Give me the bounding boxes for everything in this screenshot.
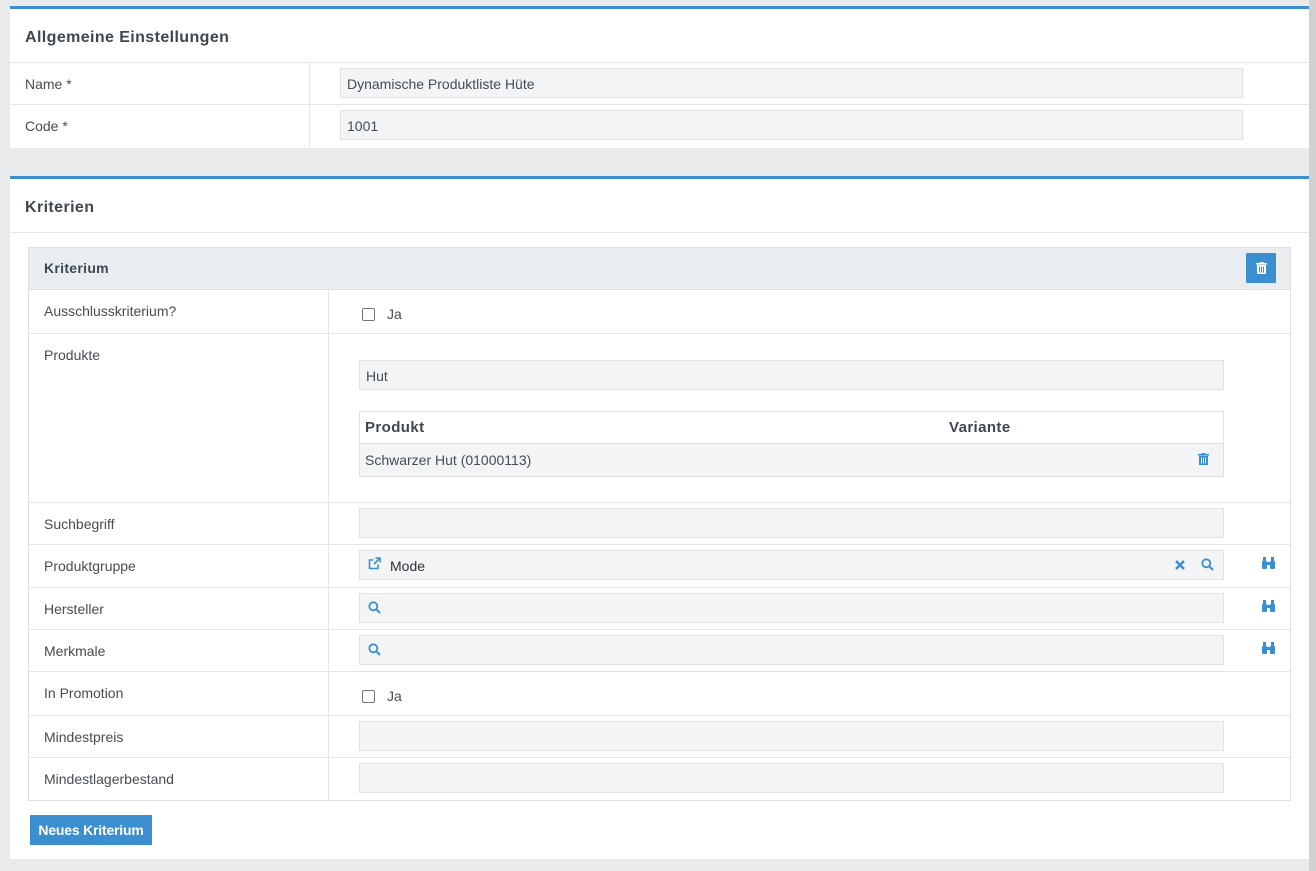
features-row: Merkmale <box>29 630 1290 672</box>
criterion-title: Kriterium <box>44 260 109 276</box>
exclusion-checkbox-label[interactable]: Ja <box>387 306 402 322</box>
promotion-checkbox[interactable] <box>362 689 375 703</box>
manufacturer-row: Hersteller <box>29 588 1290 630</box>
exclusion-row: Ausschlusskriterium? Ja <box>29 290 1290 334</box>
manufacturer-label: Hersteller <box>29 588 329 629</box>
exclusion-checkbox[interactable] <box>362 307 375 321</box>
manufacturer-input[interactable] <box>359 593 1224 623</box>
name-row: Name * Dynamische Produktliste Hüte <box>10 63 1309 105</box>
criteria-panel: Kriterien Kriterium Ausschlusskriterium? <box>10 176 1309 859</box>
min-stock-row: Mindestlagerbestand <box>29 758 1290 800</box>
general-settings-panel: Allgemeine Einstellungen Name * Dynamisc… <box>10 6 1309 148</box>
clear-icon[interactable] <box>1175 560 1185 570</box>
external-link-icon[interactable] <box>368 557 381 570</box>
product-cell: Schwarzer Hut (01000113) <box>365 452 532 468</box>
column-header-variant: Variante <box>949 419 1011 436</box>
products-table-header: Produkt Variante <box>360 412 1223 444</box>
search-term-row: Suchbegriff <box>29 503 1290 545</box>
search-icon[interactable] <box>368 643 381 656</box>
promotion-checkbox-label[interactable]: Ja <box>387 688 402 704</box>
products-row: Produkte Hut Produkt Variante Schwarzer … <box>29 334 1290 503</box>
product-group-value: Mode <box>390 558 426 574</box>
criteria-title: Kriterien <box>10 179 1309 233</box>
code-label: Code * <box>10 105 310 147</box>
min-stock-input[interactable] <box>359 763 1224 793</box>
features-input[interactable] <box>359 635 1224 665</box>
product-group-row: Produktgruppe Mode <box>29 545 1290 588</box>
delete-criterion-button[interactable] <box>1246 253 1276 283</box>
column-header-product: Produkt <box>365 419 425 436</box>
binoculars-icon[interactable] <box>1261 557 1276 570</box>
search-icon[interactable] <box>1201 558 1214 571</box>
binoculars-icon[interactable] <box>1261 642 1276 655</box>
name-label: Name * <box>10 63 310 104</box>
table-row: Schwarzer Hut (01000113) <box>360 444 1223 476</box>
products-search-input[interactable]: Hut <box>359 360 1224 390</box>
trash-icon[interactable] <box>1198 453 1209 465</box>
products-table: Produkt Variante Schwarzer Hut (01000113… <box>359 411 1224 477</box>
promotion-label: In Promotion <box>29 672 329 715</box>
code-input[interactable]: 1001 <box>340 110 1243 140</box>
page-scrollbar[interactable] <box>1309 0 1316 871</box>
promotion-row: In Promotion Ja <box>29 672 1290 716</box>
criterion-box: Kriterium Ausschlusskriterium? Ja Produk… <box>28 247 1291 801</box>
min-price-input[interactable] <box>359 721 1224 751</box>
search-icon[interactable] <box>368 601 381 614</box>
exclusion-label: Ausschlusskriterium? <box>29 290 329 333</box>
product-group-label: Produktgruppe <box>29 545 329 587</box>
general-settings-title: Allgemeine Einstellungen <box>10 9 1309 63</box>
name-input[interactable]: Dynamische Produktliste Hüte <box>340 68 1243 98</box>
min-price-label: Mindestpreis <box>29 716 329 757</box>
min-stock-label: Mindestlagerbestand <box>29 758 329 800</box>
min-price-row: Mindestpreis <box>29 716 1290 758</box>
features-label: Merkmale <box>29 630 329 671</box>
search-term-input[interactable] <box>359 508 1224 538</box>
products-label: Produkte <box>29 334 329 502</box>
code-row: Code * 1001 <box>10 105 1309 147</box>
new-criterion-button[interactable]: Neues Kriterium <box>30 815 152 845</box>
criterion-header: Kriterium <box>29 248 1290 290</box>
binoculars-icon[interactable] <box>1261 600 1276 613</box>
search-term-label: Suchbegriff <box>29 503 329 544</box>
trash-icon <box>1255 262 1267 274</box>
product-group-input[interactable]: Mode <box>359 550 1224 580</box>
